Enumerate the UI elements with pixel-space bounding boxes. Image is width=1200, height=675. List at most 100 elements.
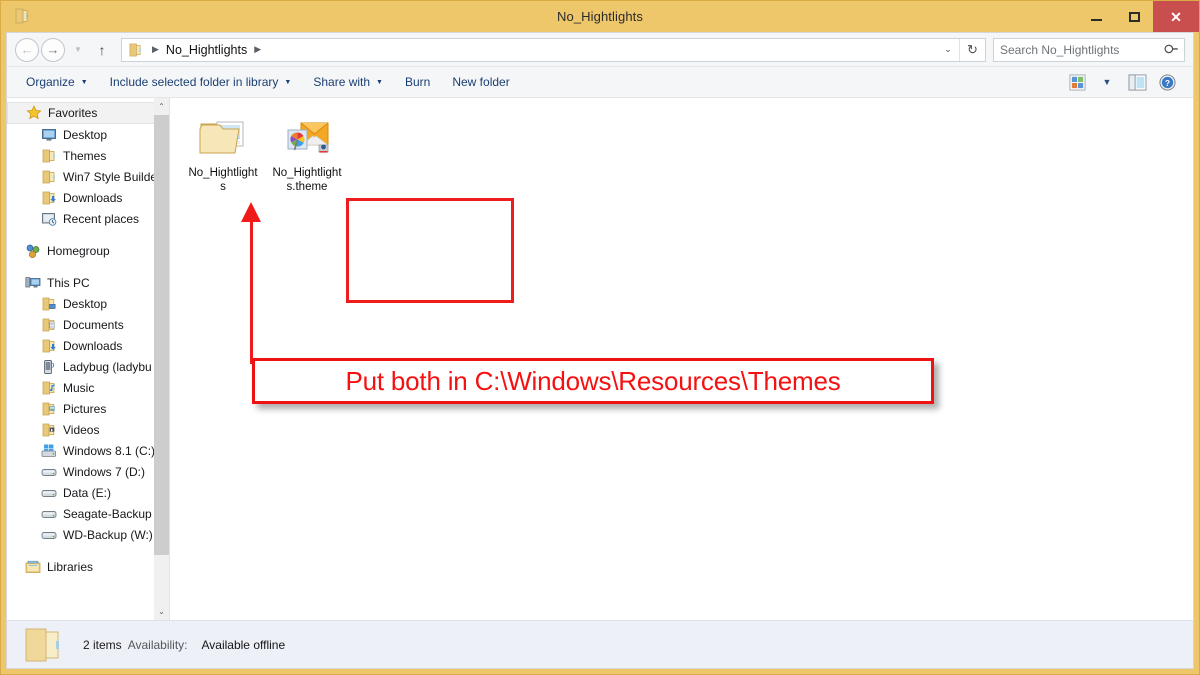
- folder-icon: [41, 169, 57, 185]
- sidebar-item-label: Pictures: [63, 401, 107, 416]
- search-placeholder: Search No_Hightlights: [1000, 42, 1120, 57]
- navigation-pane[interactable]: Favorites Desktop Themes Win7 Style Buil…: [7, 98, 154, 620]
- sidebar-item-label: Music: [63, 380, 95, 395]
- view-dropdown-caret-icon[interactable]: ▼: [1093, 70, 1121, 94]
- toolbar-burn-label: Burn: [404, 75, 431, 89]
- forward-button[interactable]: →: [41, 37, 65, 62]
- sidebar-item-music[interactable]: Music: [7, 377, 154, 398]
- toolbar-share-with-button[interactable]: Share with ▼: [302, 70, 394, 94]
- file-item-theme-folder[interactable]: No_Hightlights: [184, 110, 262, 194]
- availability-label: Availability:: [127, 637, 188, 652]
- change-view-icon[interactable]: [1063, 70, 1091, 94]
- address-bar-row: ← → ▼ ↑ ▶ No_Hightlights ▶ ⌄ ↻ Search No…: [7, 33, 1193, 67]
- breadcrumb[interactable]: ▶ No_Hightlights ▶ ⌄ ↻: [121, 37, 986, 62]
- desktop-folder-icon: [41, 296, 57, 312]
- sidebar-item-windows-7-d[interactable]: Windows 7 (D:): [7, 461, 154, 482]
- preview-pane-icon[interactable]: [1123, 70, 1151, 94]
- sidebar-item-pictures[interactable]: Pictures: [7, 398, 154, 419]
- close-icon: ✕: [1170, 8, 1182, 25]
- sidebar-item-windows-81-c[interactable]: Windows 8.1 (C:): [7, 440, 154, 461]
- toolbar-organize-button[interactable]: Organize ▼: [15, 70, 99, 94]
- scrollbar-track[interactable]: [154, 115, 169, 603]
- folder-icon: [41, 148, 57, 164]
- help-icon[interactable]: ?: [1153, 70, 1181, 94]
- file-item-label: No_Hightlights: [188, 167, 258, 193]
- sidebar-item-favorites[interactable]: Favorites: [7, 102, 154, 124]
- availability-value: Available offline: [201, 637, 286, 652]
- pictures-folder-icon: [41, 401, 57, 417]
- sidebar-item-pc-downloads[interactable]: Downloads: [7, 335, 154, 356]
- sidebar-item-documents[interactable]: Documents: [7, 314, 154, 335]
- sidebar-item-label: Desktop: [63, 127, 108, 142]
- phone-icon: [41, 359, 57, 375]
- scroll-down-arrow-icon[interactable]: ⌄: [154, 603, 169, 620]
- sidebar-item-label: Videos: [63, 422, 100, 437]
- sidebar-item-recent-places[interactable]: Recent places: [7, 208, 154, 229]
- sidebar-item-ladybug-phone[interactable]: Ladybug (ladybu: [7, 356, 154, 377]
- back-arrow-icon: ←: [20, 42, 34, 57]
- libraries-icon: [25, 559, 41, 575]
- homegroup-icon: [25, 243, 41, 259]
- desktop-icon: [41, 127, 57, 143]
- sidebar-item-label: Windows 8.1 (C:): [63, 443, 154, 458]
- minimize-button[interactable]: [1077, 1, 1115, 32]
- sidebar-item-homegroup[interactable]: Homegroup: [7, 240, 154, 261]
- sidebar-item-label: Libraries: [47, 559, 94, 574]
- chevron-down-icon: ▼: [284, 78, 292, 86]
- recent-places-icon: [41, 211, 57, 227]
- title-bar[interactable]: No_Hightlights ✕: [1, 1, 1199, 32]
- chevron-down-icon: ▼: [74, 45, 82, 54]
- address-history-dropdown[interactable]: ⌄: [937, 44, 959, 55]
- sidebar-item-desktop[interactable]: Desktop: [7, 124, 154, 145]
- search-input[interactable]: Search No_Hightlights: [993, 37, 1185, 62]
- explorer-window: No_Hightlights ✕ ← → ▼ ↑ ▶ No_Hightlight…: [0, 0, 1200, 675]
- sidebar-item-seagate-backup[interactable]: Seagate-Backup: [7, 503, 154, 524]
- toolbar-organize-label: Organize: [26, 75, 75, 89]
- downloads-folder-icon: [41, 338, 57, 354]
- maximize-button[interactable]: [1115, 1, 1153, 32]
- sidebar-item-label: Desktop: [63, 296, 108, 311]
- up-one-level-button[interactable]: ↑: [91, 38, 113, 62]
- sidebar-item-label: This PC: [47, 275, 90, 290]
- refresh-icon[interactable]: ↻: [959, 38, 985, 61]
- drive-icon: [41, 527, 57, 543]
- sidebar-item-label: Windows 7 (D:): [63, 464, 146, 479]
- navigation-pane-scrollbar[interactable]: ⌃ ⌄: [154, 98, 169, 620]
- sidebar-item-pc-desktop[interactable]: Desktop: [7, 293, 154, 314]
- music-folder-icon: [41, 380, 57, 396]
- folder-icon: [128, 43, 143, 57]
- selection-highlight-annotation: [346, 198, 514, 303]
- toolbar-include-in-library-button[interactable]: Include selected folder in library ▼: [99, 70, 303, 94]
- breadcrumb-separator-icon[interactable]: ▶: [145, 44, 166, 55]
- toolbar-new-folder-button[interactable]: New folder: [441, 70, 520, 94]
- sidebar-item-label: Favorites: [48, 106, 98, 120]
- breadcrumb-separator-end-icon[interactable]: ▶: [247, 44, 268, 55]
- svg-text:?: ?: [1164, 77, 1169, 87]
- videos-folder-icon: [41, 422, 57, 438]
- back-button[interactable]: ←: [15, 37, 39, 62]
- folder-icon: [23, 626, 69, 664]
- sidebar-item-libraries[interactable]: Libraries: [7, 556, 154, 577]
- toolbar-right-icons: ▼ ?: [1063, 70, 1185, 94]
- chevron-down-icon: ▼: [80, 78, 88, 86]
- close-button[interactable]: ✕: [1153, 1, 1199, 32]
- sidebar-item-data-e[interactable]: Data (E:): [7, 482, 154, 503]
- drive-icon: [41, 506, 57, 522]
- toolbar-burn-button[interactable]: Burn: [394, 70, 441, 94]
- sidebar-item-downloads-fav[interactable]: Downloads: [7, 187, 154, 208]
- sidebar-item-this-pc[interactable]: This PC: [7, 272, 154, 293]
- sidebar-item-label: Homegroup: [47, 243, 110, 258]
- scroll-up-arrow-icon[interactable]: ⌃: [154, 98, 169, 115]
- scrollbar-thumb[interactable]: [154, 115, 169, 555]
- sidebar-item-win7-style-builder[interactable]: Win7 Style Builde: [7, 166, 154, 187]
- breadcrumb-current-folder[interactable]: No_Hightlights: [166, 43, 247, 57]
- toolbar-share-with-label: Share with: [313, 75, 371, 89]
- file-item-theme-file[interactable]: No_Hightlights.theme: [268, 110, 346, 194]
- sidebar-item-videos[interactable]: Videos: [7, 419, 154, 440]
- sidebar-item-label: Downloads: [63, 338, 123, 353]
- recent-locations-button[interactable]: ▼: [69, 38, 87, 62]
- sidebar-item-themes[interactable]: Themes: [7, 145, 154, 166]
- sidebar-item-wd-backup-w[interactable]: WD-Backup (W:): [7, 524, 154, 545]
